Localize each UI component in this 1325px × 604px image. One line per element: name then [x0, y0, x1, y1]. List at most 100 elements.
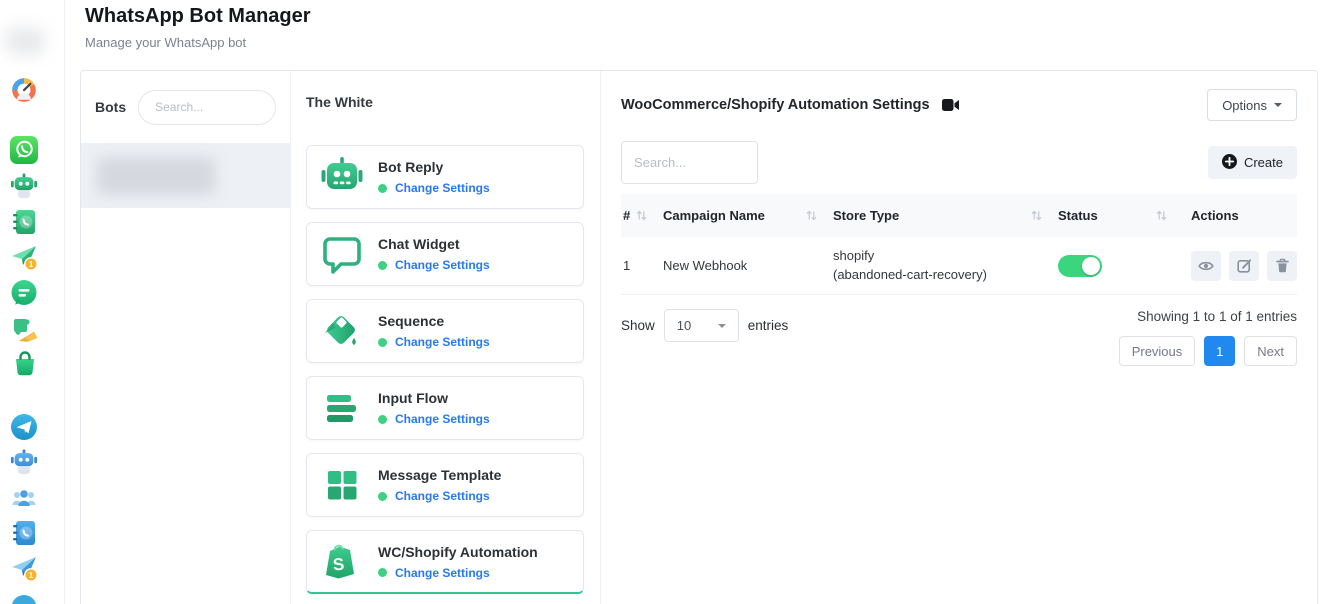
- robot-icon: [320, 155, 364, 199]
- telegram-bot-icon[interactable]: [10, 448, 38, 476]
- sort-icon: [1156, 210, 1167, 221]
- delete-button[interactable]: [1267, 251, 1297, 281]
- dashboard-gauge-icon[interactable]: [9, 74, 39, 104]
- page-size-select[interactable]: 10: [664, 309, 739, 342]
- table-search-input[interactable]: [621, 141, 758, 184]
- entries-label: entries: [748, 318, 789, 333]
- bots-panel-title: Bots: [95, 99, 126, 115]
- chat-partial-icon[interactable]: [10, 594, 38, 604]
- change-settings-link[interactable]: Change Settings: [395, 258, 490, 272]
- menu-card-title: WC/Shopify Automation: [378, 544, 538, 560]
- status-dot: [378, 415, 387, 424]
- caret-down-icon: [1274, 103, 1282, 107]
- column-header-actions: Actions: [1183, 208, 1297, 223]
- pagination-page-1-button[interactable]: 1: [1204, 336, 1235, 366]
- change-settings-link[interactable]: Change Settings: [395, 181, 490, 195]
- chat-bubble-icon: [320, 232, 364, 276]
- whatsapp-icon[interactable]: [10, 136, 38, 164]
- edit-icon: [1237, 258, 1252, 273]
- campaign-name-cell: New Webhook: [663, 258, 833, 273]
- whatsapp-contacts-icon[interactable]: [10, 208, 38, 236]
- telegram-icon[interactable]: [10, 413, 38, 441]
- telegram-broadcast-icon[interactable]: 1: [10, 554, 38, 582]
- menu-card-title: Bot Reply: [378, 159, 490, 175]
- create-button[interactable]: Create: [1208, 146, 1297, 179]
- bot-menu-panel: The White B: [291, 71, 601, 604]
- sort-icon: [636, 210, 647, 221]
- change-settings-link[interactable]: Change Settings: [395, 335, 490, 349]
- svg-text:S: S: [332, 554, 345, 574]
- table-row: 1 New Webhook shopify (abandoned-cart-re…: [621, 237, 1297, 295]
- telegram-group-icon[interactable]: [10, 484, 38, 512]
- redacted-bot-name: [97, 157, 215, 195]
- sort-icon: [1031, 210, 1042, 221]
- shop-bag-icon[interactable]: [10, 349, 38, 377]
- pagination-previous-button[interactable]: Previous: [1119, 336, 1196, 366]
- pagination: Previous 1 Next: [1119, 336, 1297, 366]
- shopify-icon: S: [320, 540, 364, 584]
- bot-list-item-selected[interactable]: [81, 143, 290, 208]
- menu-card-sequence[interactable]: Sequence Change Settings: [306, 299, 584, 363]
- whatsapp-bot-icon[interactable]: [10, 172, 38, 200]
- view-button[interactable]: [1191, 251, 1221, 281]
- svg-text:1: 1: [29, 571, 34, 580]
- automation-settings-panel: WooCommerce/Shopify Automation Settings …: [601, 71, 1317, 604]
- integrations-icon[interactable]: [10, 314, 38, 342]
- menu-card-title: Input Flow: [378, 390, 490, 406]
- status-dot: [378, 568, 387, 577]
- pagination-next-button[interactable]: Next: [1244, 336, 1297, 366]
- row-actions: [1183, 251, 1297, 281]
- change-settings-link[interactable]: Change Settings: [395, 489, 490, 503]
- menu-card-wc-shopify-automation[interactable]: S WC/Shopify Automation Change Settings: [306, 530, 584, 594]
- svg-text:1: 1: [29, 260, 34, 269]
- video-camera-icon[interactable]: [942, 99, 959, 111]
- store-type-cell: shopify (abandoned-cart-recovery): [833, 247, 1058, 285]
- status-dot: [378, 338, 387, 347]
- show-label: Show: [621, 318, 655, 333]
- menu-card-input-flow[interactable]: Input Flow Change Settings: [306, 376, 584, 440]
- column-header-index[interactable]: #: [621, 208, 663, 223]
- whatsapp-chat-icon[interactable]: [10, 279, 38, 307]
- whatsapp-broadcast-icon[interactable]: 1: [10, 243, 38, 271]
- change-settings-link[interactable]: Change Settings: [395, 412, 490, 426]
- column-header-store-type[interactable]: Store Type: [833, 208, 1058, 223]
- caret-down-icon: [718, 324, 726, 328]
- menu-card-title: Sequence: [378, 313, 490, 329]
- paint-bucket-icon: [320, 309, 364, 353]
- bot-manager-card: Bots The White: [80, 70, 1318, 604]
- menu-card-message-template[interactable]: Message Template Change Settings: [306, 453, 584, 517]
- telegram-contacts-icon[interactable]: [10, 519, 38, 547]
- menu-card-bot-reply[interactable]: Bot Reply Change Settings: [306, 145, 584, 209]
- status-toggle-on[interactable]: [1058, 255, 1102, 277]
- app-icon-sidebar: 1: [0, 0, 65, 604]
- edit-button[interactable]: [1229, 251, 1259, 281]
- page-size-control: Show 10 entries: [621, 309, 788, 342]
- panel-title: WooCommerce/Shopify Automation Settings: [621, 97, 930, 113]
- status-dot: [378, 184, 387, 193]
- column-header-campaign-name[interactable]: Campaign Name: [663, 208, 833, 223]
- page-subtitle: Manage your WhatsApp bot: [85, 35, 311, 50]
- blurred-logo: [6, 28, 44, 54]
- grid-icon: [320, 463, 364, 507]
- change-settings-link[interactable]: Change Settings: [395, 566, 490, 580]
- bots-panel: Bots: [81, 71, 291, 604]
- sort-icon: [806, 210, 817, 221]
- trash-icon: [1275, 258, 1290, 273]
- page-header: WhatsApp Bot Manager Manage your WhatsAp…: [85, 5, 311, 50]
- table-summary: Showing 1 to 1 of 1 entries: [1119, 309, 1297, 324]
- automation-table: # Campaign Name Store Type Status Action…: [621, 194, 1297, 295]
- eye-icon: [1198, 258, 1214, 274]
- options-button[interactable]: Options: [1207, 89, 1297, 121]
- menu-card-chat-widget[interactable]: Chat Widget Change Settings: [306, 222, 584, 286]
- bot-name-title: The White: [306, 94, 584, 110]
- menu-card-title: Message Template: [378, 467, 501, 483]
- menu-card-title: Chat Widget: [378, 236, 490, 252]
- bars-icon: [320, 386, 364, 430]
- column-header-status[interactable]: Status: [1058, 208, 1183, 223]
- plus-circle-icon: [1222, 154, 1237, 172]
- page-title: WhatsApp Bot Manager: [85, 5, 311, 28]
- row-index: 1: [621, 258, 663, 273]
- status-dot: [378, 261, 387, 270]
- bots-search-input[interactable]: [138, 90, 276, 125]
- status-dot: [378, 492, 387, 501]
